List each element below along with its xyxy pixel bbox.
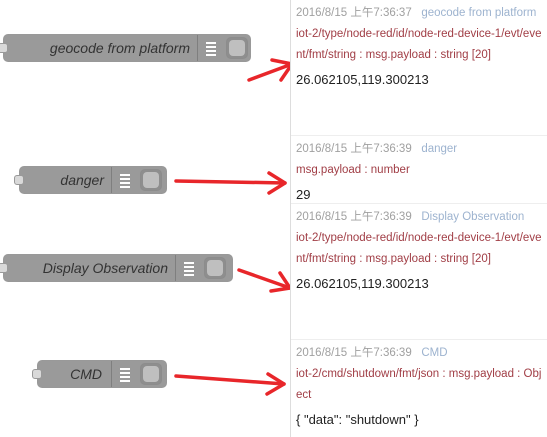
debug-message[interactable]: 2016/8/15 上午7:36:39 danger msg.payload :… [291, 136, 547, 204]
debug-toggle-button[interactable] [204, 257, 226, 279]
message-date: 2016/8/15 上午7:36:39 [296, 211, 412, 223]
message-date: 2016/8/15 上午7:36:39 [296, 143, 412, 155]
debug-toggle-button[interactable] [226, 37, 248, 59]
debug-list-icon [197, 35, 223, 61]
debug-messages-panel[interactable]: 2016/8/15 上午7:36:37 geocode from platfor… [290, 0, 547, 437]
debug-node-display-observation[interactable]: Display Observation [0, 254, 233, 282]
debug-message[interactable]: 2016/8/15 上午7:36:37 geocode from platfor… [291, 0, 547, 136]
arrow-cmd [174, 372, 286, 396]
debug-toggle-button[interactable] [140, 363, 162, 385]
message-node-name[interactable]: danger [421, 143, 457, 155]
arrow-display-observation [237, 268, 292, 293]
message-payload: 26.062105,119.300213 [296, 72, 429, 87]
message-topic: iot-2/type/node-red/id/node-red-device-1… [296, 28, 542, 61]
message-topic: iot-2/cmd/shutdown/fmt/json : msg.payloa… [296, 368, 542, 401]
message-node-name[interactable]: Display Observation [421, 211, 524, 223]
message-topic: iot-2/type/node-red/id/node-red-device-1… [296, 232, 542, 265]
message-date: 2016/8/15 上午7:36:39 [296, 347, 412, 359]
message-topic: msg.payload : number [296, 164, 410, 176]
node-label: geocode from platform [49, 40, 190, 56]
arrow-geocode [247, 58, 294, 82]
message-meta: 2016/8/15 上午7:36:39 CMD [296, 342, 544, 364]
message-meta: 2016/8/15 上午7:36:39 danger [296, 138, 544, 160]
debug-message[interactable]: 2016/8/15 上午7:36:39 Display Observation … [291, 204, 547, 340]
node-label: CMD [70, 366, 102, 382]
debug-list-icon [111, 167, 137, 193]
debug-message[interactable]: 2016/8/15 上午7:36:39 CMD iot-2/cmd/shutdo… [291, 340, 547, 437]
message-node-name[interactable]: CMD [421, 347, 447, 359]
node-label: Display Observation [42, 260, 168, 276]
debug-list-icon [111, 361, 137, 387]
debug-node-geocode[interactable]: geocode from platform [0, 34, 251, 62]
message-payload: { "data": "shutdown" } [296, 412, 419, 427]
message-meta: 2016/8/15 上午7:36:37 geocode from platfor… [296, 2, 544, 24]
debug-list-icon [175, 255, 201, 281]
message-date: 2016/8/15 上午7:36:37 [296, 7, 412, 19]
message-payload: 26.062105,119.300213 [296, 276, 429, 291]
node-label: danger [60, 172, 104, 188]
debug-node-danger[interactable]: danger [14, 166, 167, 194]
debug-node-cmd[interactable]: CMD [32, 360, 167, 388]
debug-toggle-button[interactable] [140, 169, 162, 191]
message-node-name[interactable]: geocode from platform [421, 7, 536, 19]
arrow-danger [174, 171, 287, 195]
message-meta: 2016/8/15 上午7:36:39 Display Observation [296, 206, 544, 228]
